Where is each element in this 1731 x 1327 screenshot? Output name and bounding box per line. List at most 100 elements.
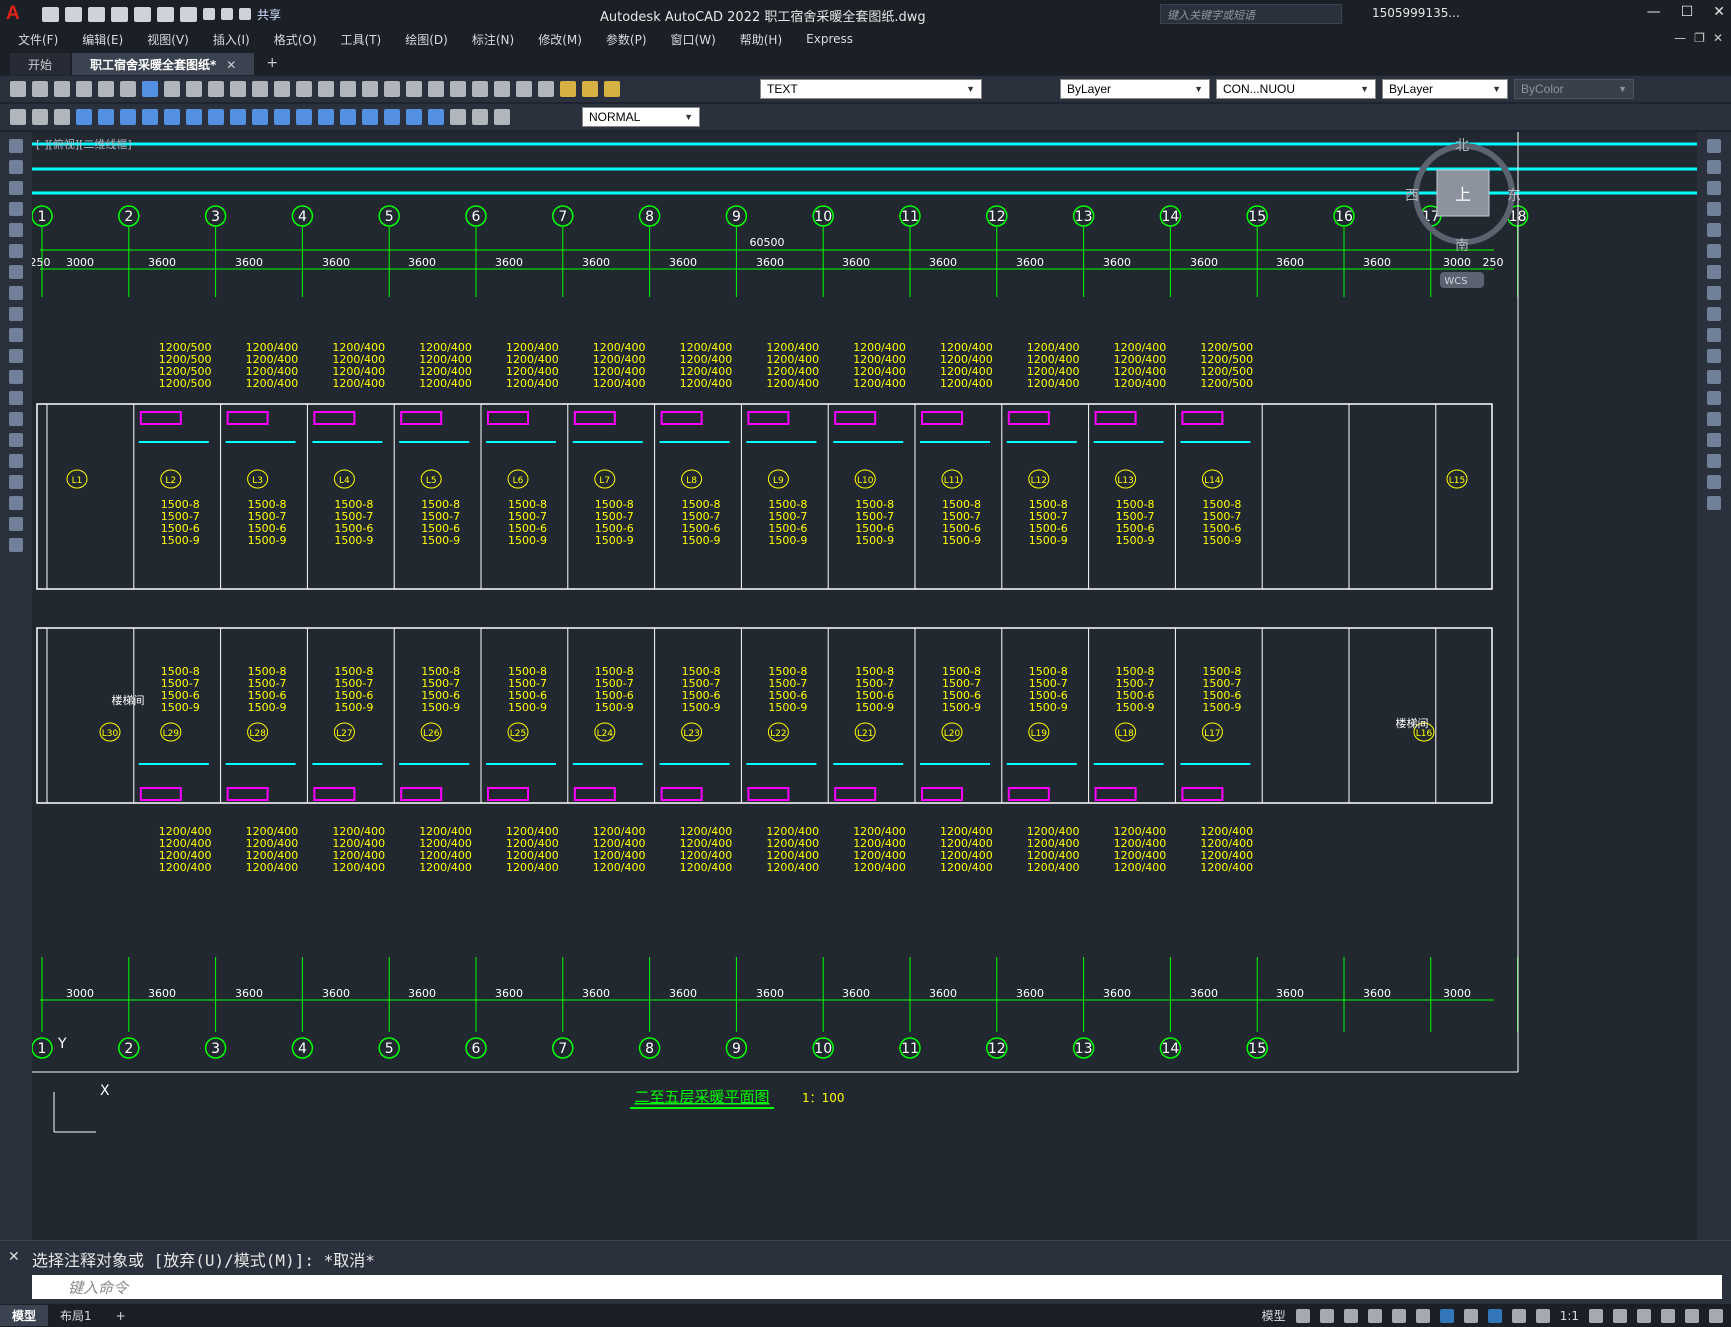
layer-previous-icon[interactable] bbox=[54, 109, 70, 125]
menu-window[interactable]: 窗口(W) bbox=[671, 31, 716, 48]
erase-icon[interactable] bbox=[1707, 139, 1721, 153]
isolate-objects-icon[interactable] bbox=[1637, 1308, 1651, 1323]
cut-icon[interactable] bbox=[164, 81, 180, 97]
add-layout-icon[interactable]: + bbox=[104, 1307, 138, 1325]
ortho-icon[interactable] bbox=[1343, 1308, 1358, 1323]
plus-icon[interactable] bbox=[1613, 1308, 1627, 1323]
clean-screen-icon[interactable] bbox=[1685, 1308, 1699, 1323]
layer-lock-icon[interactable] bbox=[604, 81, 620, 97]
menu-file[interactable]: 文件(F) bbox=[18, 31, 58, 48]
3d-print-icon[interactable] bbox=[142, 81, 158, 97]
new-icon[interactable] bbox=[10, 81, 26, 97]
zoom-window-icon[interactable] bbox=[340, 81, 356, 97]
properties-icon[interactable] bbox=[384, 81, 400, 97]
doc-close-icon[interactable]: ✕ bbox=[1713, 31, 1723, 45]
arc-length-icon[interactable] bbox=[120, 109, 136, 125]
doc-restore-icon[interactable]: ❐ bbox=[1694, 31, 1705, 45]
autocad-logo[interactable]: A bbox=[6, 3, 28, 25]
baseline-dim-icon[interactable] bbox=[274, 109, 290, 125]
offset-icon[interactable] bbox=[1707, 202, 1721, 216]
hatch-icon[interactable] bbox=[9, 433, 23, 447]
menu-format[interactable]: 格式(O) bbox=[274, 31, 317, 48]
aligned-dim-icon[interactable] bbox=[98, 109, 114, 125]
menu-help[interactable]: 帮助(H) bbox=[740, 31, 782, 48]
viewport-controls[interactable]: [-][俯视][二维线框] bbox=[36, 136, 132, 152]
save-as-icon[interactable] bbox=[111, 6, 128, 22]
color-select[interactable]: ByLayer ▼ bbox=[1060, 79, 1210, 99]
menu-modify[interactable]: 修改(M) bbox=[538, 31, 582, 48]
construction-line-icon[interactable] bbox=[9, 160, 23, 174]
move-icon[interactable] bbox=[1707, 244, 1721, 258]
extend-icon[interactable] bbox=[1707, 349, 1721, 363]
save-icon[interactable] bbox=[54, 81, 70, 97]
linear-dim-icon[interactable] bbox=[76, 109, 92, 125]
polyline-icon[interactable] bbox=[9, 181, 23, 195]
make-current-icon[interactable] bbox=[32, 109, 48, 125]
menu-express[interactable]: Express bbox=[806, 32, 853, 46]
minimize-icon[interactable]: — bbox=[1647, 4, 1661, 20]
center-mark-icon[interactable] bbox=[384, 109, 400, 125]
redo-icon[interactable] bbox=[221, 8, 233, 20]
user-account[interactable]: 1505999135... bbox=[1372, 6, 1460, 20]
match-properties-icon[interactable] bbox=[230, 81, 246, 97]
help-icon[interactable] bbox=[516, 81, 532, 97]
jogged-linear-icon[interactable] bbox=[428, 109, 444, 125]
menu-edit[interactable]: 编辑(E) bbox=[82, 31, 123, 48]
object-snap-tracking-icon[interactable] bbox=[1415, 1308, 1430, 1323]
linetype-select[interactable]: CON...NUOU ▼ bbox=[1216, 79, 1376, 99]
radius-dim-icon[interactable] bbox=[164, 109, 180, 125]
close-icon[interactable]: ✕ bbox=[8, 1249, 20, 1265]
publish-icon[interactable] bbox=[120, 81, 136, 97]
break-at-point-icon[interactable] bbox=[1707, 370, 1721, 384]
mirror-icon[interactable] bbox=[1707, 181, 1721, 195]
scale-value[interactable]: 1:1 bbox=[1560, 1309, 1579, 1323]
annotation-scale-icon[interactable] bbox=[1535, 1308, 1550, 1323]
menu-dimension[interactable]: 标注(N) bbox=[472, 31, 514, 48]
hardware-acceleration-icon[interactable] bbox=[1661, 1308, 1675, 1323]
tab-drawing[interactable]: 职工宿舍采暖全套图纸* ✕ bbox=[72, 53, 255, 75]
paste-icon[interactable] bbox=[208, 81, 224, 97]
menu-tools[interactable]: 工具(T) bbox=[341, 31, 382, 48]
design-center-icon[interactable] bbox=[406, 81, 422, 97]
rectangle-icon[interactable] bbox=[9, 223, 23, 237]
tab-start[interactable]: 开始 bbox=[10, 53, 71, 75]
close-icon[interactable]: ✕ bbox=[1713, 4, 1725, 20]
dim-edit-icon[interactable] bbox=[450, 109, 466, 125]
menu-insert[interactable]: 插入(I) bbox=[213, 31, 250, 48]
close-tab-icon[interactable]: ✕ bbox=[226, 58, 236, 72]
break-icon[interactable] bbox=[1707, 391, 1721, 405]
angular-dim-icon[interactable] bbox=[230, 109, 246, 125]
search-input[interactable]: 键入关键字或短语 bbox=[1160, 4, 1342, 24]
dim-break-icon[interactable] bbox=[340, 109, 356, 125]
revision-cloud-icon[interactable] bbox=[9, 286, 23, 300]
open-icon[interactable] bbox=[32, 81, 48, 97]
pan-icon[interactable] bbox=[296, 81, 312, 97]
undo-icon[interactable] bbox=[203, 8, 215, 20]
isodraft-icon[interactable] bbox=[1391, 1308, 1406, 1323]
plot-icon[interactable] bbox=[76, 81, 92, 97]
redo-icon[interactable] bbox=[274, 81, 290, 97]
stretch-icon[interactable] bbox=[1707, 307, 1721, 321]
preview-icon[interactable] bbox=[98, 81, 114, 97]
dim-update-icon[interactable] bbox=[494, 109, 510, 125]
trim-icon[interactable] bbox=[1707, 328, 1721, 342]
ellipse-arc-icon[interactable] bbox=[9, 349, 23, 363]
polar-icon[interactable] bbox=[1367, 1308, 1382, 1323]
share-button[interactable]: 共享 bbox=[257, 6, 281, 23]
dim-space-icon[interactable] bbox=[318, 109, 334, 125]
array-icon[interactable] bbox=[1707, 223, 1721, 237]
grid-icon[interactable] bbox=[1295, 1308, 1310, 1323]
layer-properties-icon[interactable] bbox=[538, 81, 554, 97]
scale-icon[interactable] bbox=[1707, 286, 1721, 300]
zoom-previous-icon[interactable] bbox=[362, 81, 378, 97]
save-icon[interactable] bbox=[88, 6, 105, 22]
customize-icon[interactable] bbox=[239, 8, 251, 20]
fillet-icon[interactable] bbox=[1707, 454, 1721, 468]
point-icon[interactable] bbox=[9, 412, 23, 426]
menu-parametric[interactable]: 参数(P) bbox=[606, 31, 647, 48]
copy-icon[interactable] bbox=[186, 81, 202, 97]
menu-draw[interactable]: 绘图(D) bbox=[405, 31, 448, 48]
explode-icon[interactable] bbox=[1707, 496, 1721, 510]
jogged-dim-icon[interactable] bbox=[186, 109, 202, 125]
object-snap-icon[interactable] bbox=[1439, 1308, 1454, 1323]
